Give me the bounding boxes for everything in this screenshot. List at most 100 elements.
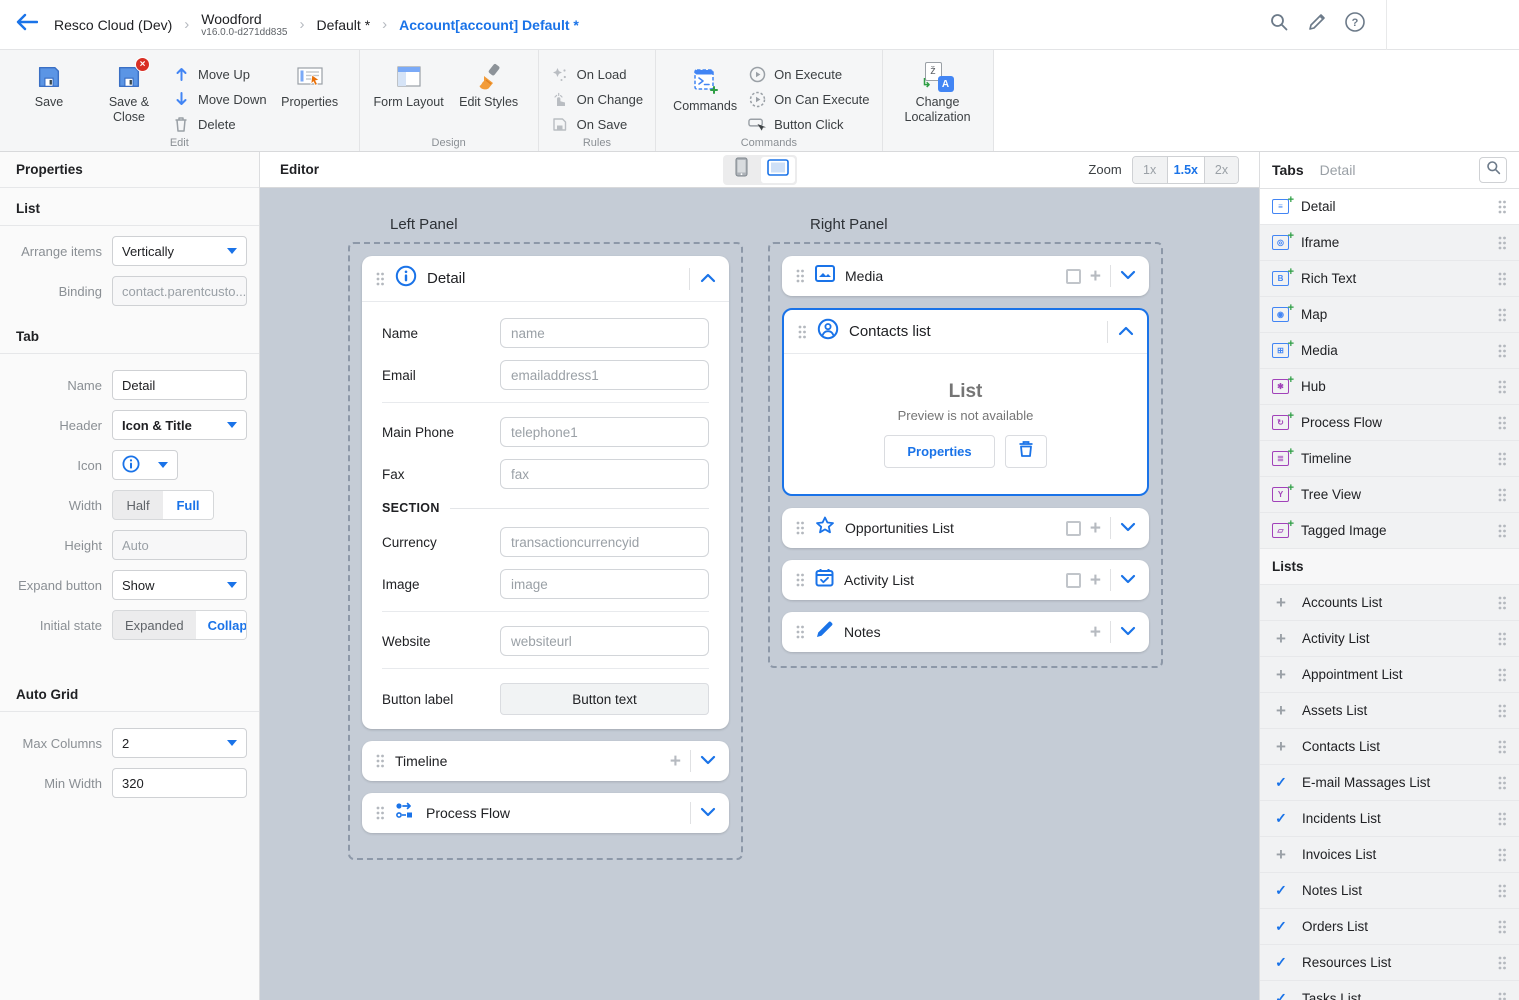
drag-handle-icon[interactable]	[1497, 775, 1507, 791]
drag-handle-icon[interactable]	[375, 753, 385, 769]
tab-item-tagged-image[interactable]: ▱+Tagged Image	[1260, 513, 1519, 549]
add-icon[interactable]: +	[1090, 571, 1101, 590]
tab-item-map[interactable]: ◉+Map	[1260, 297, 1519, 333]
drag-handle-icon[interactable]	[1497, 631, 1507, 647]
breadcrumb-org[interactable]: Resco Cloud (Dev)	[54, 17, 172, 33]
move-up-button[interactable]: Move Up	[172, 65, 267, 83]
tab-name-field[interactable]: Detail	[112, 370, 247, 400]
drag-handle-icon[interactable]	[375, 271, 385, 287]
drag-handle-icon[interactable]	[795, 572, 805, 588]
drag-handle-icon[interactable]	[1497, 667, 1507, 683]
chevron-down-icon[interactable]	[700, 752, 716, 770]
drag-handle-icon[interactable]	[795, 520, 805, 536]
chevron-down-icon[interactable]	[1120, 623, 1136, 641]
tab-item-iframe[interactable]: ◎+Iframe	[1260, 225, 1519, 261]
list-item-notes-list[interactable]: ✓Notes List	[1260, 873, 1519, 909]
field-input-website[interactable]	[500, 626, 709, 656]
tablet-view-button[interactable]	[761, 157, 795, 183]
breadcrumb-current[interactable]: Account[account] Default *	[399, 17, 579, 33]
phone-view-button[interactable]	[725, 157, 759, 183]
drag-handle-icon[interactable]	[1497, 811, 1507, 827]
edit-styles-button[interactable]: Edit Styles	[452, 56, 526, 110]
save-button[interactable]: Save	[12, 56, 86, 110]
save-close-button[interactable]: × Save & Close	[92, 56, 166, 125]
edit-button[interactable]	[1298, 6, 1336, 44]
drag-handle-icon[interactable]	[1497, 523, 1507, 539]
drag-handle-icon[interactable]	[1497, 343, 1507, 359]
list-item-e-mail-massages-list[interactable]: ✓E-mail Massages List	[1260, 765, 1519, 801]
add-icon[interactable]: +	[1090, 267, 1101, 286]
drag-handle-icon[interactable]	[1497, 379, 1507, 395]
list-item-orders-list[interactable]: ✓Orders List	[1260, 909, 1519, 945]
height-field[interactable]: Auto	[112, 530, 247, 560]
drag-handle-icon[interactable]	[1497, 199, 1507, 215]
list-item-incidents-list[interactable]: ✓Incidents List	[1260, 801, 1519, 837]
on-can-execute-button[interactable]: On Can Execute	[748, 90, 869, 108]
list-item-assets-list[interactable]: +Assets List	[1260, 693, 1519, 729]
tab-item-detail[interactable]: ≡+Detail	[1260, 189, 1519, 225]
on-save-button[interactable]: On Save	[551, 115, 644, 133]
header-select[interactable]: Icon & Title	[112, 410, 247, 440]
media-tab-row[interactable]: Media +	[782, 256, 1149, 296]
field-input-currency[interactable]	[500, 527, 709, 557]
drag-handle-icon[interactable]	[375, 805, 385, 821]
form-layout-button[interactable]: Form Layout	[372, 56, 446, 110]
properties-button[interactable]: Properties	[273, 56, 347, 110]
drag-handle-icon[interactable]	[1497, 703, 1507, 719]
add-icon[interactable]: +	[670, 752, 681, 771]
add-icon[interactable]: +	[1090, 623, 1101, 642]
drag-handle-icon[interactable]	[1497, 307, 1507, 323]
drag-handle-icon[interactable]	[1497, 847, 1507, 863]
tab-item-hub[interactable]: ✱+Hub	[1260, 369, 1519, 405]
left-panel-dropzone[interactable]: Detail NameEmailMain PhoneFaxSECTIONCurr…	[348, 242, 743, 860]
on-change-button[interactable]: On Change	[551, 90, 644, 108]
search-button[interactable]	[1260, 6, 1298, 44]
drag-handle-icon[interactable]	[1497, 883, 1507, 899]
drag-handle-icon[interactable]	[1497, 595, 1507, 611]
zoom-1-5x-button[interactable]: 1.5x	[1167, 157, 1204, 183]
drag-handle-icon[interactable]	[795, 268, 805, 284]
checkbox-icon[interactable]	[1066, 521, 1081, 536]
breadcrumb-view[interactable]: Default *	[316, 17, 370, 33]
drag-handle-icon[interactable]	[1497, 235, 1507, 251]
drag-handle-icon[interactable]	[1497, 919, 1507, 935]
drag-handle-icon[interactable]	[1497, 271, 1507, 287]
tab-item-rich-text[interactable]: B+Rich Text	[1260, 261, 1519, 297]
arrange-items-select[interactable]: Vertically	[112, 236, 247, 266]
timeline-tab-row[interactable]: Timeline +	[362, 741, 729, 781]
on-execute-button[interactable]: On Execute	[748, 65, 869, 83]
add-icon[interactable]: +	[1090, 519, 1101, 538]
list-item-contacts-list[interactable]: +Contacts List	[1260, 729, 1519, 765]
chevron-up-icon[interactable]	[1118, 323, 1134, 341]
field-input-image[interactable]	[500, 569, 709, 599]
tab-item-tree-view[interactable]: Y+Tree View	[1260, 477, 1519, 513]
field-input-name[interactable]	[500, 318, 709, 348]
list-delete-button[interactable]	[1005, 435, 1047, 468]
chevron-down-icon[interactable]	[700, 804, 716, 822]
drag-handle-icon[interactable]	[1497, 739, 1507, 755]
list-item-activity-list[interactable]: +Activity List	[1260, 621, 1519, 657]
tab-item-process-flow[interactable]: ↻+Process Flow	[1260, 405, 1519, 441]
icon-select[interactable]	[112, 450, 178, 480]
tab-item-timeline[interactable]: ≣+Timeline	[1260, 441, 1519, 477]
zoom-2x-button[interactable]: 2x	[1204, 157, 1238, 183]
drag-handle-icon[interactable]	[797, 324, 807, 340]
contacts-list-header[interactable]: Contacts list	[784, 310, 1147, 354]
list-item-accounts-list[interactable]: +Accounts List	[1260, 585, 1519, 621]
detail-tab-card[interactable]: Detail NameEmailMain PhoneFaxSECTIONCurr…	[362, 256, 729, 729]
on-load-button[interactable]: On Load	[551, 65, 644, 83]
tab-item-media[interactable]: ⊞+Media	[1260, 333, 1519, 369]
drag-handle-icon[interactable]	[1497, 451, 1507, 467]
max-columns-select[interactable]: 2	[112, 728, 247, 758]
list-item-appointment-list[interactable]: +Appointment List	[1260, 657, 1519, 693]
drag-handle-icon[interactable]	[1497, 955, 1507, 971]
initial-state-collapsed[interactable]: Collapsed	[196, 611, 247, 639]
right-panel-dropzone[interactable]: Media + Contacts list	[768, 242, 1163, 668]
detail-card-header[interactable]: Detail	[362, 256, 729, 302]
change-localization-button[interactable]: ž A ↳ Change Localization	[895, 56, 981, 125]
opportunities-list-row[interactable]: Opportunities List +	[782, 508, 1149, 548]
field-input-main-phone[interactable]	[500, 417, 709, 447]
commands-button[interactable]: Commands	[668, 56, 742, 114]
help-button[interactable]: ?	[1336, 6, 1374, 44]
process-flow-tab-row[interactable]: Process Flow	[362, 793, 729, 833]
